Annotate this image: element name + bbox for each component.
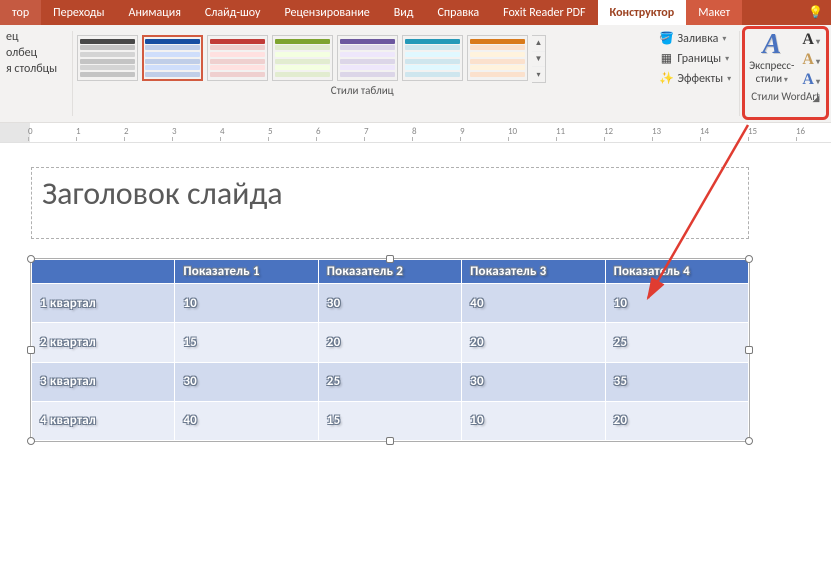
table-style-thumb[interactable] bbox=[142, 35, 203, 81]
wordart-group-highlight: A Экспресс- стили ▾ A▾ A▾ A▾ Стили WordA… bbox=[742, 26, 829, 120]
text-fill-button[interactable]: A▾ bbox=[800, 31, 822, 49]
tab-prev[interactable]: тор bbox=[0, 0, 41, 25]
table-style-thumb[interactable] bbox=[467, 35, 528, 81]
gallery-more[interactable]: ▲▼▾ bbox=[532, 35, 546, 83]
slide-canvas[interactable]: Заголовок слайда Показатель 1Показатель … bbox=[0, 143, 831, 576]
data-table[interactable]: Показатель 1Показатель 2Показатель 3Пока… bbox=[31, 259, 749, 441]
resize-handle[interactable] bbox=[27, 346, 35, 354]
tab-design[interactable]: Конструктор bbox=[598, 0, 687, 25]
borders-icon: ▦ bbox=[659, 52, 673, 66]
table-style-thumb[interactable] bbox=[272, 35, 333, 81]
ribbon: ец олбец я столбцы ▲▼▾ Стили таблиц 🪣 За… bbox=[0, 25, 831, 123]
tab-foxit[interactable]: Foxit Reader PDF bbox=[491, 0, 597, 25]
borders-button[interactable]: ▦ Границы ▾ bbox=[659, 49, 731, 69]
horizontal-ruler[interactable]: 1615141312111098765432101234567891011121… bbox=[0, 123, 831, 143]
resize-handle[interactable] bbox=[745, 346, 753, 354]
paint-bucket-icon: 🪣 bbox=[659, 32, 673, 46]
dialog-launcher-icon[interactable]: ◢ bbox=[810, 93, 822, 105]
table-row[interactable]: 2 квартал15202025 bbox=[32, 323, 749, 362]
slide: Заголовок слайда Показатель 1Показатель … bbox=[31, 167, 776, 576]
header-row-options: ец олбец я столбцы bbox=[0, 25, 72, 122]
table-object[interactable]: Показатель 1Показатель 2Показатель 3Пока… bbox=[31, 259, 749, 441]
effects-button[interactable]: ✨ Эффекты ▾ bbox=[659, 69, 731, 89]
table-style-thumb[interactable] bbox=[207, 35, 268, 81]
wordart-group-label: Стили WordArt ◢ bbox=[749, 89, 822, 105]
resize-handle[interactable] bbox=[386, 437, 394, 445]
table-header-cell[interactable] bbox=[32, 260, 175, 284]
styles-group-label: Стили таблиц bbox=[77, 83, 647, 99]
slide-title[interactable]: Заголовок слайда bbox=[42, 176, 738, 212]
table-header-cell[interactable]: Показатель 4 bbox=[605, 260, 748, 284]
title-placeholder[interactable]: Заголовок слайда bbox=[31, 167, 749, 239]
resize-handle[interactable] bbox=[745, 255, 753, 263]
table-row[interactable]: 1 квартал10304010 bbox=[32, 284, 749, 323]
table-row[interactable]: 3 квартал30253035 bbox=[32, 362, 749, 401]
text-effects-button[interactable]: A▾ bbox=[800, 71, 822, 89]
tab-review[interactable]: Рецензирование bbox=[272, 0, 381, 25]
table-header-cell[interactable]: Показатель 1 bbox=[175, 260, 318, 284]
resize-handle[interactable] bbox=[27, 437, 35, 445]
shading-button[interactable]: 🪣 Заливка ▾ bbox=[659, 29, 731, 49]
effects-icon: ✨ bbox=[659, 72, 673, 86]
resize-handle[interactable] bbox=[745, 437, 753, 445]
tab-view[interactable]: Вид bbox=[382, 0, 426, 25]
table-styles-gallery[interactable]: ▲▼▾ bbox=[77, 29, 647, 83]
table-style-thumb[interactable] bbox=[337, 35, 398, 81]
tab-slideshow[interactable]: Слайд-шоу bbox=[193, 0, 273, 25]
wordart-quick-styles[interactable]: A Экспресс- стили ▾ bbox=[749, 31, 794, 89]
table-style-thumb[interactable] bbox=[77, 35, 138, 81]
tab-help[interactable]: Справка bbox=[426, 0, 492, 25]
wordart-letter-A-icon: A bbox=[762, 31, 781, 59]
ribbon-tabstrip: тор Переходы Анимация Слайд-шоу Рецензир… bbox=[0, 0, 831, 25]
tab-layout[interactable]: Макет bbox=[686, 0, 742, 25]
table-header-cell[interactable]: Показатель 3 bbox=[462, 260, 605, 284]
text-outline-button[interactable]: A▾ bbox=[800, 51, 822, 69]
tab-transitions[interactable]: Переходы bbox=[41, 0, 116, 25]
tell-me-icon[interactable]: 💡 bbox=[800, 0, 831, 25]
table-header-cell[interactable]: Показатель 2 bbox=[318, 260, 461, 284]
table-style-thumb[interactable] bbox=[402, 35, 463, 81]
resize-handle[interactable] bbox=[27, 255, 35, 263]
table-row[interactable]: 4 квартал40151020 bbox=[32, 401, 749, 440]
resize-handle[interactable] bbox=[386, 255, 394, 263]
tab-animation[interactable]: Анимация bbox=[117, 0, 193, 25]
shading-borders-group: 🪣 Заливка ▾ ▦ Границы ▾ ✨ Эффекты ▾ bbox=[651, 25, 739, 122]
